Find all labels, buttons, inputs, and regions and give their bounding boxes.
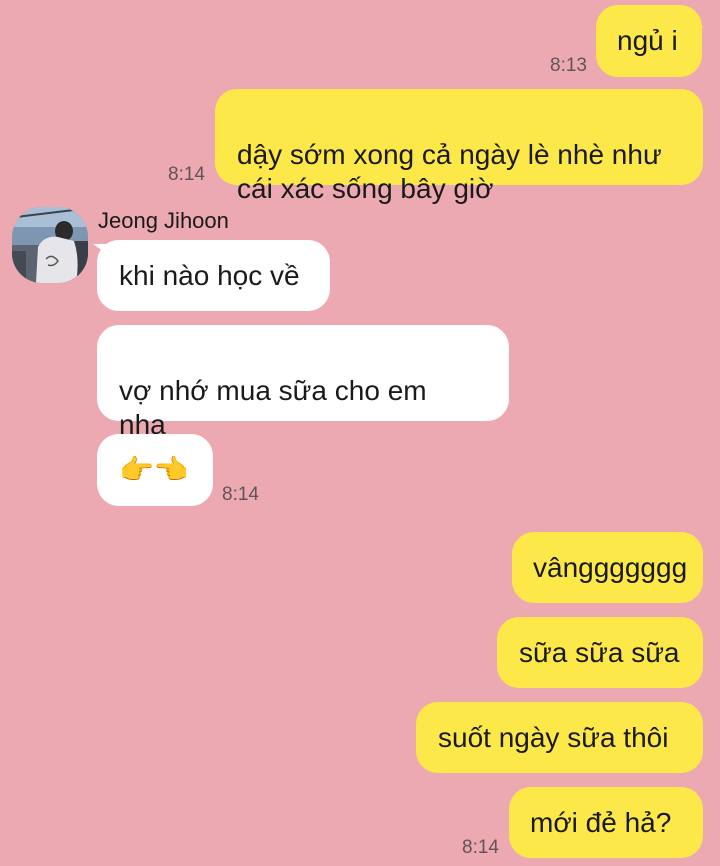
incoming-message[interactable]: khi nào học về: [97, 240, 330, 311]
profile-photo-icon: [12, 207, 88, 283]
outgoing-message[interactable]: mới đẻ hả?: [509, 787, 703, 858]
message-timestamp: 8:14: [462, 837, 499, 858]
message-timestamp: 8:14: [222, 484, 259, 505]
incoming-message[interactable]: 👉👈: [97, 434, 213, 506]
message-text: vợ nhớ mua sữa cho em nha: [119, 375, 427, 440]
message-text: ngủ i: [617, 25, 678, 56]
bubble-tail: [690, 26, 704, 36]
message-text: suốt ngày sữa thôi: [438, 722, 669, 753]
message-text: sữa sữa sữa: [519, 637, 680, 668]
incoming-message[interactable]: vợ nhớ mua sữa cho em nha: [97, 325, 509, 440]
message-timestamp: 8:13: [550, 55, 587, 76]
outgoing-message[interactable]: ngủ i: [596, 5, 702, 77]
outgoing-message[interactable]: dậy sớm xong cả ngày lè nhè như cái xác …: [215, 89, 703, 204]
contact-avatar[interactable]: [12, 207, 88, 283]
pointing-fingers-emoji-icon: 👉👈: [119, 454, 189, 485]
outgoing-message[interactable]: sữa sữa sữa: [497, 617, 703, 688]
message-text: mới đẻ hả?: [530, 807, 672, 838]
outgoing-message[interactable]: vânggggggg: [512, 532, 703, 603]
message-text: vânggggggg: [533, 552, 688, 583]
contact-name: Jeong Jihoon: [98, 208, 229, 233]
message-text: dậy sớm xong cả ngày lè nhè như cái xác …: [237, 139, 662, 204]
message-text: khi nào học về: [119, 260, 300, 291]
message-timestamp: 8:14: [168, 164, 205, 185]
outgoing-message[interactable]: suốt ngày sữa thôi: [416, 702, 703, 773]
